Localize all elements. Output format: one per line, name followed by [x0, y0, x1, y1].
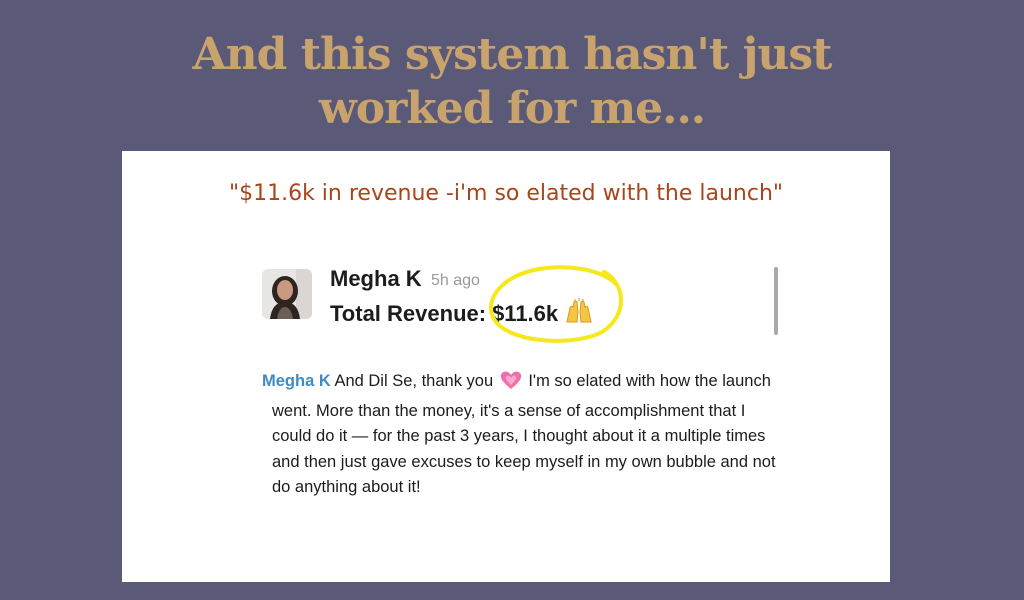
post-timestamp: 5h ago [431, 272, 480, 289]
heart-icon [500, 370, 522, 399]
message-line-2: went. More than the money, it's a sense … [272, 401, 746, 420]
testimonial-card: "$11.6k in revenue -i'm so elated with t… [122, 151, 890, 582]
message-text-1: And Dil Se, thank you [334, 372, 494, 390]
avatar [262, 269, 312, 319]
headline-line-2: worked for me... [318, 83, 706, 134]
headline-line-1: And this system hasn't just [192, 29, 832, 80]
message-text-1b: I'm so elated with how the launch [528, 372, 771, 390]
message-line-5: do anything about it! [272, 478, 421, 496]
user-mention[interactable]: Megha K [262, 372, 331, 390]
message-body: Megha K And Dil Se, thank you I'm so ela… [262, 369, 792, 501]
message-line-4: and then just gave excuses to keep mysel… [272, 452, 776, 471]
headline: And this system hasn't just worked for m… [0, 28, 1024, 136]
post-header: Megha K 5h ago Total Revenue: $11.6k [262, 265, 782, 356]
scrollbar[interactable] [774, 267, 778, 335]
message-line-1: Megha K And Dil Se, thank you I'm so ela… [262, 369, 792, 399]
author-name[interactable]: Megha K [330, 266, 422, 292]
revenue-label: Total Revenue: [330, 301, 487, 326]
testimonial-quote: "$11.6k in revenue -i'm so elated with t… [228, 181, 784, 206]
highlight-circle [489, 265, 623, 343]
message-line-3: could do it — for the past 3 years, I th… [272, 427, 766, 445]
